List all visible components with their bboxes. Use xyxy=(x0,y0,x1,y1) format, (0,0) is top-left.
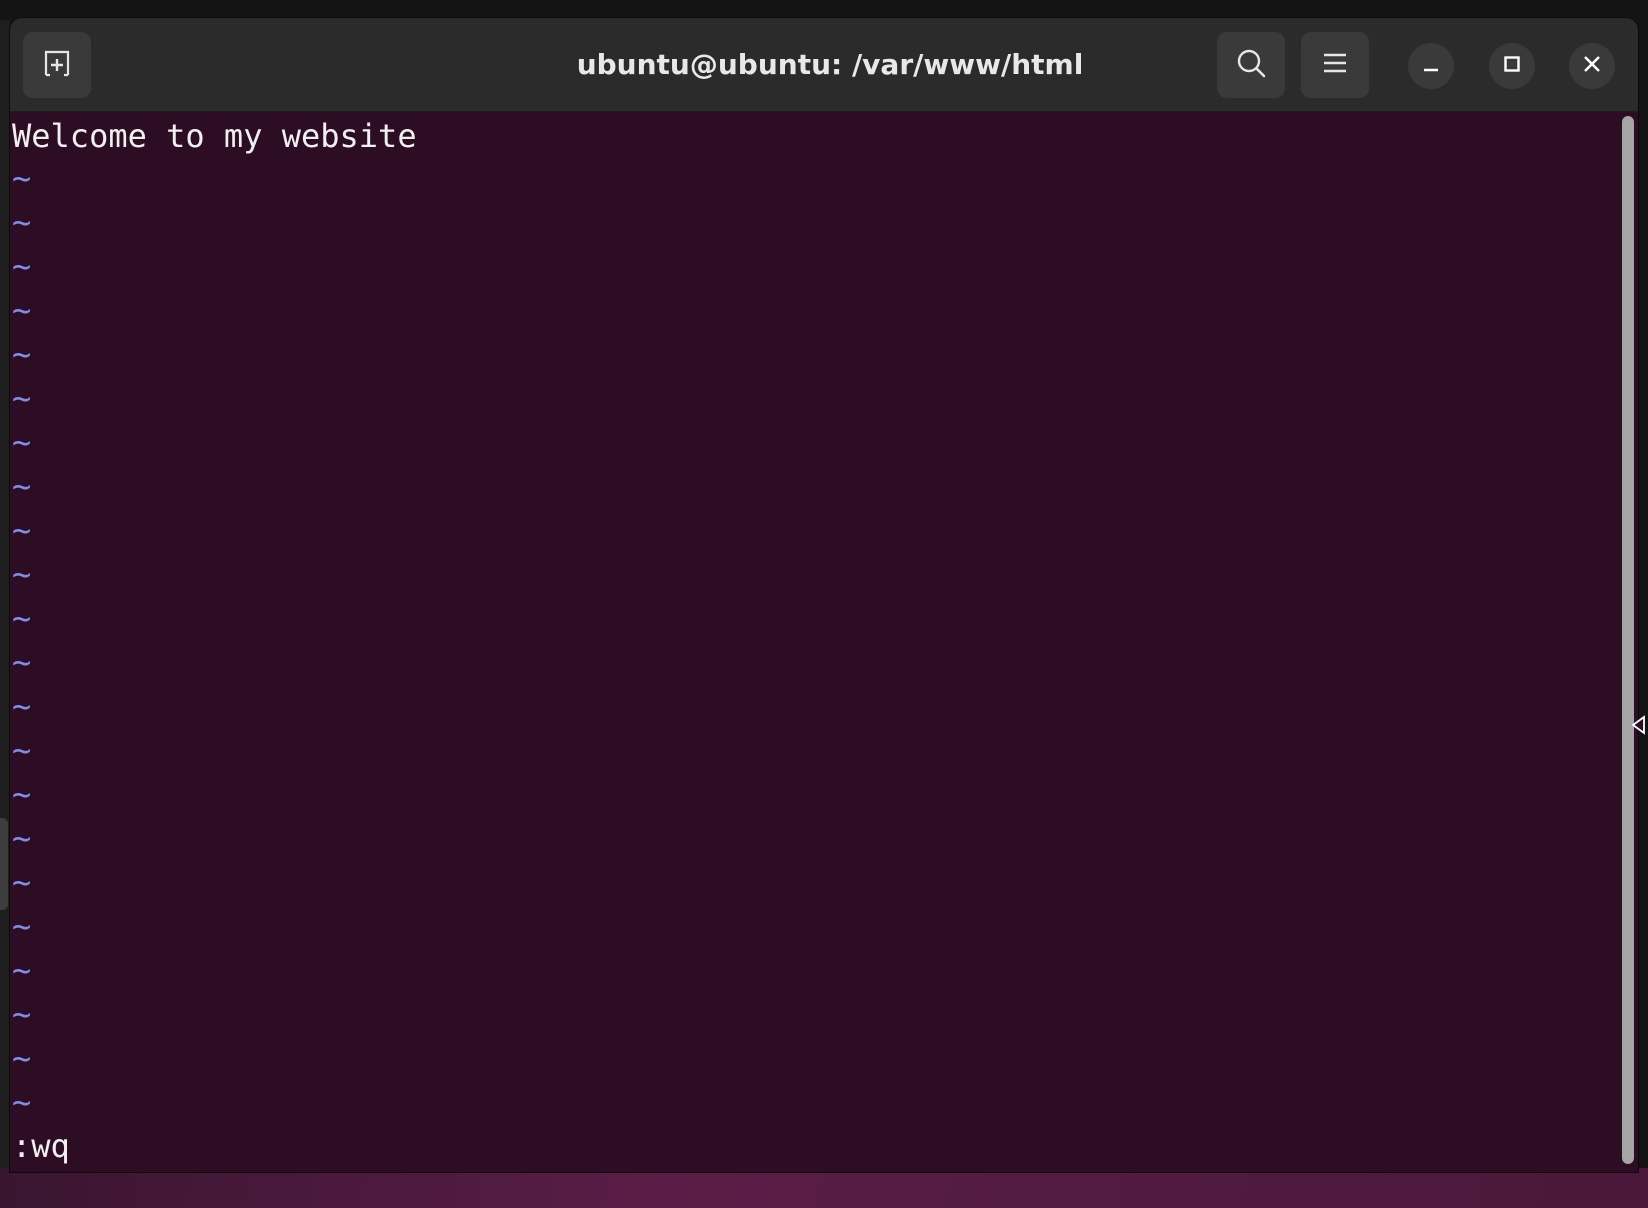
empty-line-marker: ~ xyxy=(12,687,32,725)
empty-line-marker: ~ xyxy=(12,775,32,813)
scrollbar-thumb[interactable] xyxy=(1622,116,1634,1164)
window-title: ubuntu@ubuntu: /var/www/html xyxy=(576,48,1084,81)
empty-line-marker: ~ xyxy=(12,159,32,197)
empty-line-marker: ~ xyxy=(12,995,32,1033)
maximize-icon xyxy=(1503,55,1521,77)
new-tab-icon xyxy=(42,48,72,82)
terminal-content[interactable]: Welcome to my website ~ ~ ~ ~ ~ ~ ~ ~ ~ … xyxy=(10,112,1622,1172)
close-button[interactable] xyxy=(1569,43,1615,89)
menu-button[interactable] xyxy=(1301,32,1369,98)
empty-line-marker: ~ xyxy=(12,599,32,637)
empty-line-marker: ~ xyxy=(12,819,32,857)
dock-edge[interactable] xyxy=(0,818,8,910)
empty-line-marker: ~ xyxy=(12,423,32,461)
empty-line-marker: ~ xyxy=(12,335,32,373)
empty-line-marker: ~ xyxy=(12,467,32,505)
empty-line-marker: ~ xyxy=(12,951,32,989)
empty-line-marker: ~ xyxy=(12,731,32,769)
vim-command-line: :wq xyxy=(12,1127,70,1165)
empty-line-marker: ~ xyxy=(12,643,32,681)
file-content-line: Welcome to my website xyxy=(12,117,417,155)
empty-line-marker: ~ xyxy=(12,1039,32,1077)
new-tab-button[interactable] xyxy=(23,32,91,98)
scrollbar[interactable] xyxy=(1622,116,1634,1164)
hamburger-menu-icon xyxy=(1322,52,1348,78)
empty-line-marker: ~ xyxy=(12,291,32,329)
empty-line-marker: ~ xyxy=(12,379,32,417)
minimize-button[interactable] xyxy=(1408,43,1454,89)
close-icon xyxy=(1583,55,1601,77)
search-button[interactable] xyxy=(1217,32,1285,98)
maximize-button[interactable] xyxy=(1489,43,1535,89)
terminal-window: ubuntu@ubuntu: /var/www/html Welcome to … xyxy=(10,18,1638,1172)
desktop-wallpaper xyxy=(0,1168,1648,1208)
minimize-icon xyxy=(1422,55,1440,77)
empty-line-marker: ~ xyxy=(12,247,32,285)
empty-line-marker: ~ xyxy=(12,907,32,945)
empty-line-marker: ~ xyxy=(12,863,32,901)
desktop-edge xyxy=(0,20,10,1208)
empty-line-marker: ~ xyxy=(12,1083,32,1121)
empty-line-marker: ~ xyxy=(12,555,32,593)
search-icon xyxy=(1235,47,1267,83)
empty-line-marker: ~ xyxy=(12,511,32,549)
empty-line-marker: ~ xyxy=(12,203,32,241)
titlebar: ubuntu@ubuntu: /var/www/html xyxy=(10,18,1638,112)
